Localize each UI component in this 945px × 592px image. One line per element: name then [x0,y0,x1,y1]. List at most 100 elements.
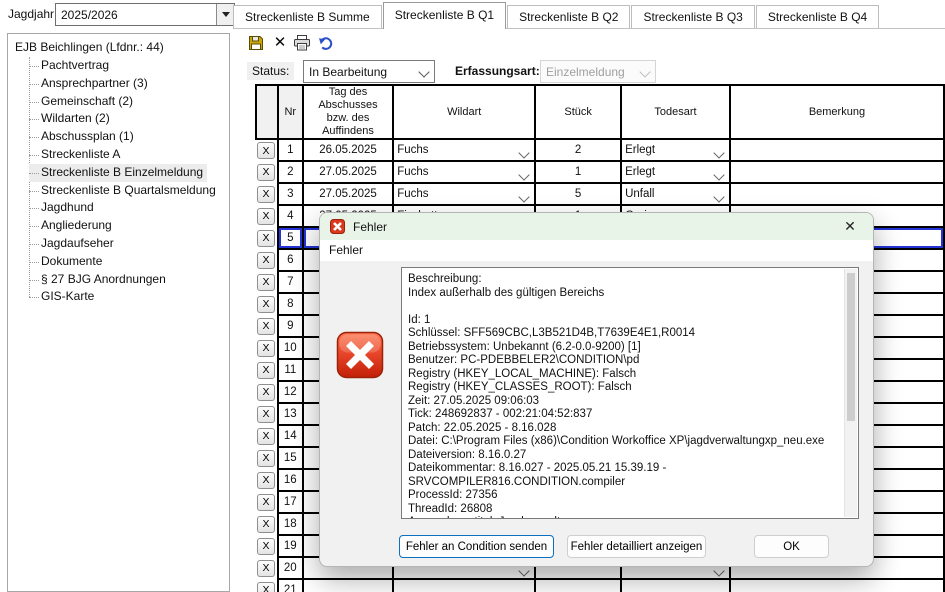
jagdjahr-combobox[interactable]: 2025/2026 [55,3,235,26]
cell-nr-row-3[interactable]: 3 [278,183,303,205]
cell-wildart-row-2[interactable]: Fuchs [393,161,535,183]
cell-tag-row-21[interactable] [303,579,393,592]
sidebar-item-jagdaufseher[interactable]: Jagdaufseher [29,235,229,253]
row-delete-button[interactable]: X [257,208,275,225]
cell-nr-row-14[interactable]: 14 [278,425,303,447]
tab-streckenliste-b-q3[interactable]: Streckenliste B Q3 [631,5,754,28]
cell-nr-row-1[interactable]: 1 [278,139,303,161]
sidebar-item-streckenliste-b-einzelmeldung[interactable]: Streckenliste B Einzelmeldung [29,164,207,182]
status-combobox[interactable]: In Bearbeitung [303,60,435,83]
cell-nr-row-6[interactable]: 6 [278,249,303,271]
row-delete-button[interactable]: X [257,582,275,592]
cell-tag-row-1-value: 26.05.2025 [319,144,377,156]
dialog-titlebar[interactable]: Fehler ✕ [320,213,873,240]
cell-todesart-row-3[interactable]: Unfall [621,183,730,205]
row-delete-button[interactable]: X [257,516,275,533]
cell-nr-row-7[interactable]: 7 [278,271,303,293]
sidebar-item-angliederung[interactable]: Angliederung [29,217,229,235]
cell-nr-row-19[interactable]: 19 [278,535,303,557]
sidebar-item-pachtvertrag[interactable]: Pachtvertrag [29,57,229,75]
cell-nr-row-18[interactable]: 18 [278,513,303,535]
cell-nr-row-4[interactable]: 4 [278,205,303,227]
chevron-down-icon [639,66,650,77]
cell-nr-row-21[interactable]: 21 [278,579,303,592]
row-delete-button[interactable]: X [257,362,275,379]
cell-nr-row-17[interactable]: 17 [278,491,303,513]
cell-nr-row-20[interactable]: 20 [278,557,303,579]
cell-bemerkung-row-2[interactable] [730,161,944,183]
row-delete-button[interactable]: X [257,274,275,291]
cell-bemerkung-row-3[interactable] [730,183,944,205]
sidebar-item-dokumente[interactable]: Dokumente [29,253,229,271]
cell-tag-row-1[interactable]: 26.05.2025 [303,139,393,161]
cell-stueck-row-2[interactable]: 1 [535,161,621,183]
cell-todesart-row-2[interactable]: Erlegt [621,161,730,183]
row-delete-button[interactable]: X [257,164,275,181]
save-icon[interactable] [246,34,266,52]
cell-nr-row-10[interactable]: 10 [278,337,303,359]
cell-nr-row-2[interactable]: 2 [278,161,303,183]
row-delete-button[interactable]: X [257,406,275,423]
close-icon[interactable]: ✕ [841,218,859,235]
sidebar-item-streckenliste-a[interactable]: Streckenliste A [29,146,229,164]
tab-streckenliste-b-q1[interactable]: Streckenliste B Q1 [383,2,506,29]
cell-wildart-row-3[interactable]: Fuchs [393,183,535,205]
cell-bemerkung-row-21[interactable] [730,579,944,592]
undo-icon[interactable] [316,34,336,52]
row-delete-button[interactable]: X [257,384,275,401]
row-delete-button[interactable]: X [257,142,275,159]
cell-nr-row-5[interactable]: 5 [278,227,303,249]
tab-streckenliste-b-summe[interactable]: Streckenliste B Summe [233,5,382,28]
row-delete-button[interactable]: X [257,296,275,313]
tree-root-item[interactable]: EJB Beichlingen (Lfdnr.: 44) [15,39,229,56]
cell-nr-row-8[interactable]: 8 [278,293,303,315]
cell-stueck-row-3[interactable]: 5 [535,183,621,205]
cell-todesart-row-21[interactable] [621,579,730,592]
row-delete-button[interactable]: X [257,538,275,555]
cell-stueck-row-21[interactable] [535,579,621,592]
sidebar-item-27-bjg-anordnungen[interactable]: § 27 BJG Anordnungen [29,271,229,289]
jagdjahr-dropdown-button[interactable] [216,4,234,25]
cell-nr-row-16[interactable]: 16 [278,469,303,491]
cell-bemerkung-row-1[interactable] [730,139,944,161]
sidebar-item-streckenliste-b-quartalsmeldung[interactable]: Streckenliste B Quartalsmeldung [29,182,229,200]
cell-stueck-row-1[interactable]: 2 [535,139,621,161]
row-delete-button[interactable]: X [257,494,275,511]
row-delete-button[interactable]: X [257,340,275,357]
sidebar-item-abschussplan-1[interactable]: Abschussplan (1) [29,128,229,146]
delete-icon[interactable]: ✕ [270,33,290,51]
cell-wildart-row-21[interactable] [393,579,535,592]
sidebar-item-ansprechpartner-3[interactable]: Ansprechpartner (3) [29,75,229,93]
row-delete-button[interactable]: X [257,472,275,489]
row-delete-button[interactable]: X [257,560,275,577]
status-dropdown-button[interactable] [414,61,434,82]
row-delete-button[interactable]: X [257,252,275,269]
sidebar-item-jagdhund[interactable]: Jagdhund [29,199,229,217]
cell-nr-row-15[interactable]: 15 [278,447,303,469]
cell-tag-row-3[interactable]: 27.05.2025 [303,183,393,205]
send-error-button[interactable]: Fehler an Condition senden [399,535,554,558]
cell-nr-row-11[interactable]: 11 [278,359,303,381]
sidebar-item-gemeinschaft-2[interactable]: Gemeinschaft (2) [29,93,229,111]
row-delete-button[interactable]: X [257,186,275,203]
row-delete-button[interactable]: X [257,428,275,445]
sidebar-item-wildarten-2[interactable]: Wildarten (2) [29,110,229,128]
print-icon[interactable] [292,34,312,52]
cell-wildart-row-1[interactable]: Fuchs [393,139,535,161]
show-error-details-button[interactable]: Fehler detailliert anzeigen [567,535,706,558]
tab-streckenliste-b-q2[interactable]: Streckenliste B Q2 [507,5,630,28]
ok-button[interactable]: OK [754,535,829,558]
row-delete-button[interactable]: X [257,318,275,335]
scrollbar[interactable] [844,269,857,517]
cell-nr-row-9[interactable]: 9 [278,315,303,337]
error-detail-textbox[interactable]: Beschreibung:Index außerhalb des gültige… [401,267,859,519]
row-delete-button[interactable]: X [257,230,275,247]
cell-tag-row-2[interactable]: 27.05.2025 [303,161,393,183]
tab-streckenliste-b-q4[interactable]: Streckenliste B Q4 [756,5,879,28]
cell-nr-row-12[interactable]: 12 [278,381,303,403]
cell-nr-row-13[interactable]: 13 [278,403,303,425]
row-delete-button[interactable]: X [257,450,275,467]
scrollbar-thumb[interactable] [847,273,855,421]
cell-todesart-row-1[interactable]: Erlegt [621,139,730,161]
sidebar-item-gis-karte[interactable]: GIS-Karte [29,288,229,306]
